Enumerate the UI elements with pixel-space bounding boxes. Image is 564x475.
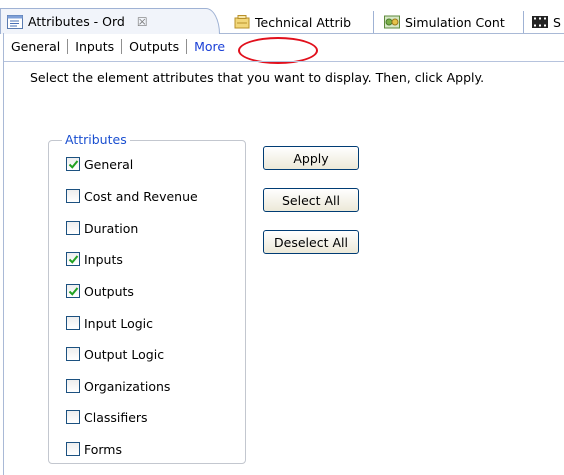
checkbox-label: Inputs: [84, 251, 123, 267]
checkbox-box[interactable]: [66, 252, 80, 266]
checkbox-box[interactable]: [66, 316, 80, 330]
tab-simulation-control-label: Simulation Cont: [405, 14, 505, 30]
attributes-icon: [7, 14, 23, 29]
panel-left-border: [3, 33, 4, 475]
checkbox-box[interactable]: [66, 347, 80, 361]
checkbox-label: Outputs: [84, 283, 134, 299]
view-tab-strip: Attributes - Ord ☒ Technical Attrib Simu…: [0, 0, 564, 34]
checkbox-label: Output Logic: [84, 346, 165, 362]
checkbox-duration[interactable]: Duration: [66, 218, 138, 238]
subtab-general[interactable]: General: [4, 39, 67, 54]
sub-tab-bar: General Inputs Outputs More: [4, 35, 564, 58]
instruction-text: Select the element attributes that you w…: [30, 70, 485, 85]
tab-attributes[interactable]: Attributes - Ord ☒: [0, 8, 220, 34]
checkbox-outputs[interactable]: Outputs: [66, 281, 134, 301]
checkbox-box[interactable]: [66, 189, 80, 203]
tab-attributes-label: Attributes - Ord: [28, 14, 125, 29]
checkbox-box[interactable]: [66, 284, 80, 298]
deselect-all-button[interactable]: Deselect All: [263, 230, 359, 254]
checkbox-label: Duration: [84, 220, 139, 236]
subtab-more[interactable]: More: [187, 39, 232, 54]
checkbox-box[interactable]: [66, 379, 80, 393]
checkbox-label: Input Logic: [84, 315, 154, 331]
subtab-outputs[interactable]: Outputs: [122, 39, 186, 54]
subtab-inputs[interactable]: Inputs: [68, 39, 121, 54]
checkbox-classifiers[interactable]: Classifiers: [66, 407, 148, 427]
film-strip-icon: [532, 16, 548, 28]
select-all-button[interactable]: Select All: [263, 188, 359, 212]
checkbox-label: General: [84, 156, 134, 172]
checkbox-input-logic[interactable]: Input Logic: [66, 313, 153, 333]
tab-technical-attributes[interactable]: Technical Attrib: [228, 11, 374, 33]
tab-s-label: S: [553, 14, 561, 30]
checkmark-icon: [68, 159, 78, 169]
checkbox-label: Forms: [84, 441, 123, 457]
checkbox-output-logic[interactable]: Output Logic: [66, 344, 164, 364]
checkbox-box[interactable]: [66, 410, 80, 424]
checkbox-label: Cost and Revenue: [84, 188, 198, 204]
tab-s[interactable]: S: [528, 11, 564, 33]
checkbox-general[interactable]: General: [66, 154, 133, 174]
checkbox-box[interactable]: [66, 442, 80, 456]
close-icon[interactable]: ☒: [137, 15, 148, 29]
checkbox-forms[interactable]: Forms: [66, 439, 122, 459]
checkmark-icon: [68, 254, 78, 264]
checkmark-icon: [68, 286, 78, 296]
attributes-group-legend: Attributes: [62, 132, 130, 147]
tab-simulation-control[interactable]: Simulation Cont: [378, 11, 524, 33]
checkbox-inputs[interactable]: Inputs: [66, 249, 123, 269]
apply-button[interactable]: Apply: [263, 146, 359, 170]
checkbox-label: Organizations: [84, 378, 171, 394]
tab-technical-attributes-label: Technical Attrib: [255, 14, 352, 30]
checkbox-organizations[interactable]: Organizations: [66, 376, 170, 396]
checkbox-cost-and-revenue[interactable]: Cost and Revenue: [66, 186, 198, 206]
simulation-control-icon: [384, 15, 400, 29]
checkbox-box[interactable]: [66, 157, 80, 171]
technical-attributes-icon: [234, 15, 250, 29]
checkbox-box[interactable]: [66, 221, 80, 235]
sub-tab-divider-line: [4, 61, 564, 62]
checkbox-label: Classifiers: [84, 409, 148, 425]
